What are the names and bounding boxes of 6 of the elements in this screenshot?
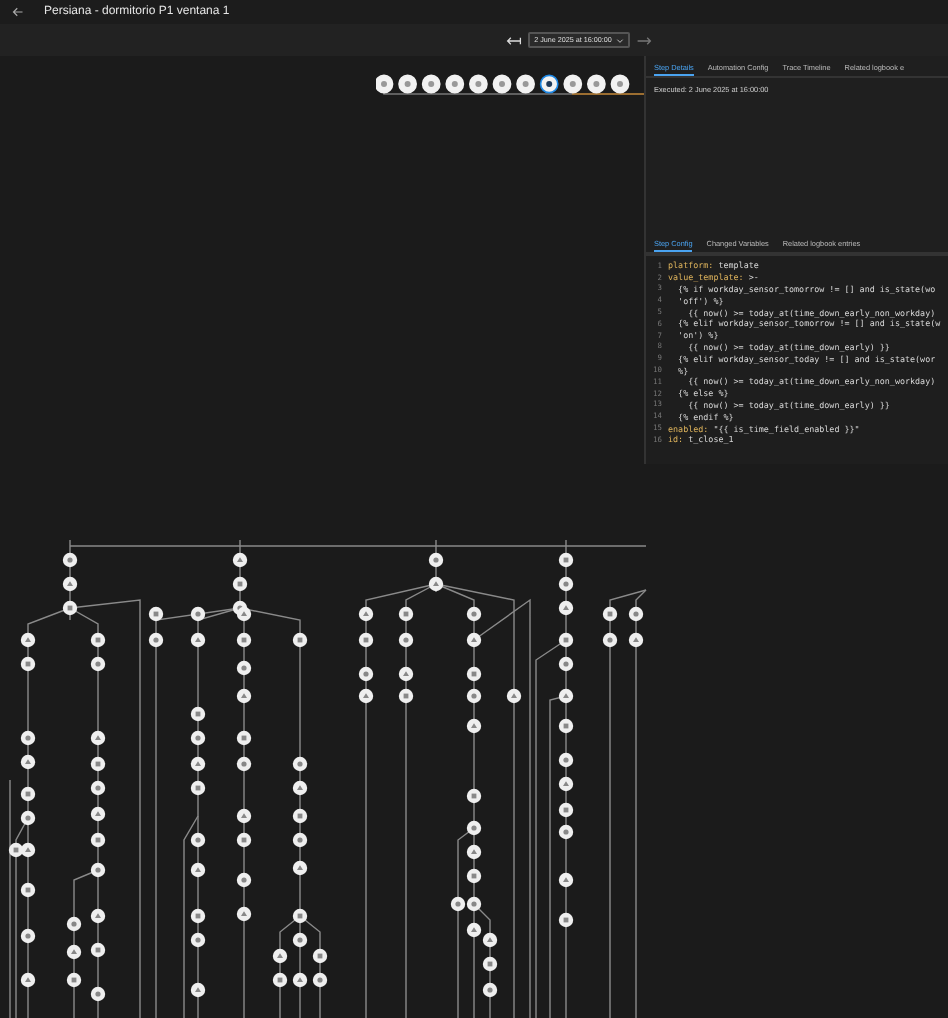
step-node-icon[interactable] [539, 74, 559, 94]
back-arrow-icon[interactable] [12, 6, 24, 18]
arrow-right-icon[interactable] [635, 35, 652, 45]
arrow-left-icon[interactable] [506, 35, 523, 45]
node-group[interactable] [8, 552, 644, 1002]
caret-icon [615, 37, 624, 43]
